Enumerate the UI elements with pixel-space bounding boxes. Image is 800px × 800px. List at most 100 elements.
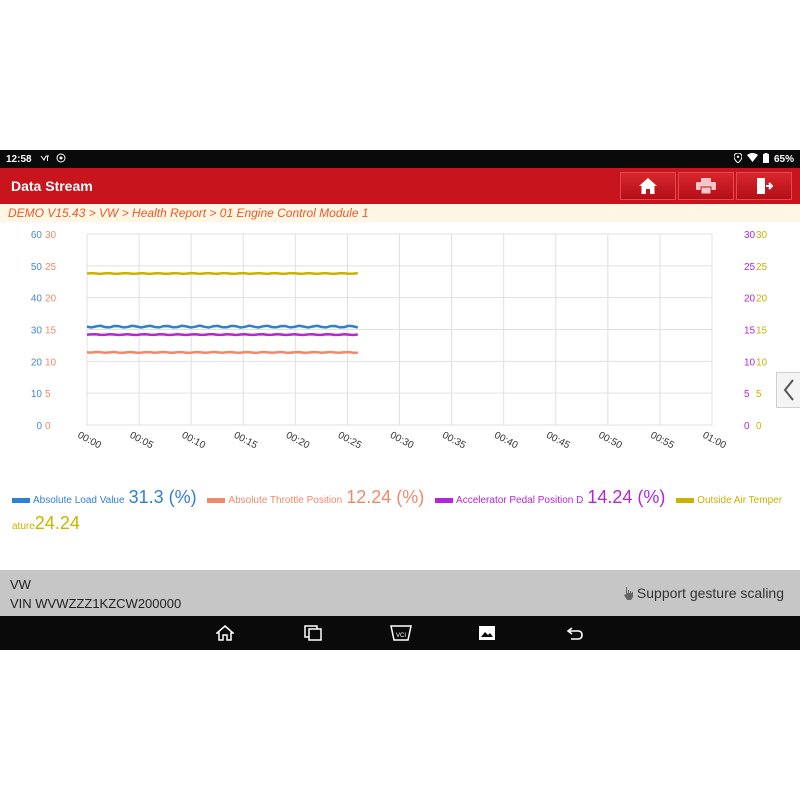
chevron-left-icon — [783, 379, 794, 401]
y-tick-label-pedal: 25 — [744, 262, 756, 273]
series-line-air-temp — [86, 271, 358, 276]
legend-swatch-pedal — [435, 497, 454, 503]
legend-label-throttle: Absolute Throttle Position — [228, 495, 343, 506]
battery-percent: 65% — [773, 153, 794, 165]
y-tick-label-throttle: 15 — [45, 326, 57, 337]
y-tick-label-load: 10 — [31, 389, 43, 400]
x-tick-label: 00:30 — [388, 430, 416, 452]
exit-icon — [757, 178, 773, 194]
x-tick-label: 01:00 — [701, 430, 729, 452]
legend-value-air-temp: 24.24 — [34, 513, 80, 533]
series-line-throttle — [86, 350, 358, 355]
x-tick-label: 00:15 — [232, 430, 260, 452]
home-outline-icon — [216, 625, 234, 641]
nav-home-button[interactable] — [213, 622, 237, 644]
y-tick-label-air-temp: 25 — [756, 262, 768, 273]
legend-item-throttle[interactable]: Absolute Throttle Position 12.24 (%) — [207, 487, 435, 507]
y-tick-label-pedal: 5 — [744, 389, 750, 400]
y-tick-label-air-temp: 15 — [756, 326, 768, 337]
y-tick-label-pedal: 10 — [744, 357, 756, 368]
y-tick-label-load: 40 — [31, 294, 43, 305]
x-tick-label: 00:40 — [492, 430, 520, 452]
legend-swatch-load — [12, 497, 30, 503]
x-tick-label: 00:05 — [128, 430, 156, 452]
legend-label-air-temp-a: Outside Air Temper — [697, 495, 783, 506]
y-tick-label-air-temp: 10 — [756, 357, 768, 368]
x-tick-label: 00:25 — [336, 430, 364, 452]
series-line-pedal — [86, 332, 358, 337]
x-tick-label: 00:50 — [596, 430, 624, 452]
y-tick-label-throttle: 0 — [45, 421, 51, 432]
recents-icon — [304, 625, 322, 641]
legend-label-load: Absolute Load Value — [33, 495, 125, 506]
legend-value-load: 31.3 — [128, 487, 164, 507]
series-line-load — [86, 324, 359, 329]
y-tick-label-pedal: 15 — [744, 326, 756, 337]
status-time: 12:58 — [6, 153, 32, 165]
legend-value-pedal: 14.24 — [587, 487, 633, 507]
print-button[interactable] — [678, 172, 734, 200]
back-arrow-icon — [566, 627, 583, 640]
nav-back-button[interactable] — [563, 622, 587, 644]
gesture-hint-text: Support gesture scaling — [636, 585, 784, 601]
y-tick-label-load: 20 — [31, 357, 43, 368]
y-tick-label-load: 60 — [31, 230, 43, 241]
page-title: Data Stream — [11, 178, 93, 194]
legend-unit-pedal: (%) — [637, 487, 666, 507]
y-tick-label-air-temp: 20 — [756, 294, 768, 305]
y-tick-label-load: 30 — [31, 326, 43, 337]
legend-swatch-air-temp — [676, 497, 695, 503]
status-bar: 12:58 65% — [0, 150, 800, 168]
y-tick-label-pedal: 0 — [744, 421, 750, 432]
side-panel-toggle[interactable] — [776, 372, 800, 408]
wifi-icon — [746, 153, 758, 165]
legend-item-pedal[interactable]: Accelerator Pedal Position D 14.24 (%) — [435, 487, 676, 507]
printer-icon — [696, 178, 716, 194]
x-tick-label: 00:20 — [284, 430, 312, 452]
y-tick-label-throttle: 5 — [45, 389, 51, 400]
vehicle-vin: VIN WVWZZZ1KZCW200000 — [10, 596, 182, 611]
notification-icon — [56, 153, 66, 166]
exit-button[interactable] — [736, 172, 792, 200]
vci-connector-icon: VCI — [390, 625, 412, 641]
legend-label-pedal: Accelerator Pedal Position D — [456, 495, 584, 506]
legend-unit-load: (%) — [168, 487, 197, 507]
y-tick-label-air-temp: 5 — [756, 389, 762, 400]
home-button[interactable] — [620, 172, 676, 200]
nav-vci-button[interactable]: VCI — [387, 622, 415, 644]
chart-legend: Absolute Load Value 31.3 (%) Absolute Thr… — [12, 486, 788, 538]
home-icon — [639, 178, 657, 194]
legend-label-air-temp-b: ature — [12, 521, 35, 532]
data-stream-chart[interactable]: 60 30 30 3050 25 25 2540 20 20 2030 15 15 1520 10 10 10… — [0, 222, 800, 452]
battery-icon — [762, 152, 769, 166]
location-icon — [733, 151, 743, 166]
x-tick-label: 00:55 — [649, 430, 677, 452]
y-tick-label-air-temp: 30 — [756, 230, 768, 241]
y-tick-label-throttle: 20 — [45, 294, 57, 305]
nav-recents-button[interactable] — [301, 622, 325, 644]
legend-swatch-throttle — [207, 497, 226, 503]
x-tick-label: 00:45 — [544, 430, 572, 452]
gesture-hint: Support gesture scaling — [623, 585, 784, 601]
x-tick-label: 00:10 — [180, 430, 208, 452]
x-tick-label: 00:00 — [76, 430, 104, 452]
app-header: Data Stream — [0, 168, 800, 204]
hand-gesture-icon — [623, 587, 633, 600]
legend-unit-throttle: (%) — [396, 487, 425, 507]
usb-debug-icon — [40, 153, 50, 166]
y-tick-label-throttle: 10 — [45, 357, 57, 368]
y-tick-label-pedal: 30 — [744, 230, 756, 241]
y-tick-label-load: 0 — [36, 421, 42, 432]
y-tick-label-load: 50 — [31, 262, 43, 273]
image-icon — [479, 626, 495, 640]
x-tick-label: 00:35 — [440, 430, 468, 452]
breadcrumb: DEMO V15.43 > VW > Health Report > 01 En… — [0, 204, 800, 222]
vehicle-info-bar: VW VIN WVWZZZ1KZCW200000 Support gesture… — [0, 570, 800, 616]
y-tick-label-air-temp: 0 — [756, 421, 762, 432]
system-nav-bar: VCI — [0, 616, 800, 650]
nav-screenshot-button[interactable] — [475, 622, 499, 644]
legend-value-throttle: 12.24 — [346, 487, 392, 507]
legend-item-load[interactable]: Absolute Load Value 31.3 (%) — [12, 487, 207, 507]
y-tick-label-throttle: 25 — [45, 262, 57, 273]
y-tick-label-pedal: 20 — [744, 294, 756, 305]
